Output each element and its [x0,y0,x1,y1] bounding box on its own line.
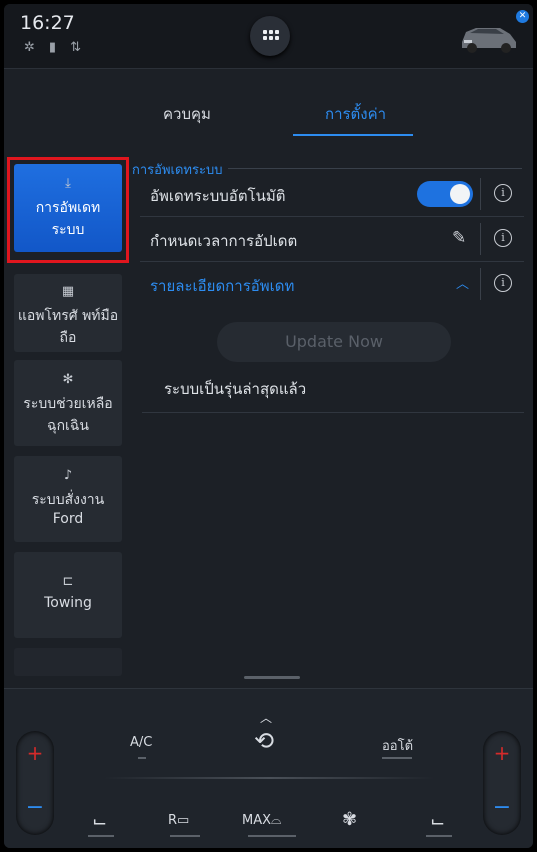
highlight-frame [7,157,129,263]
sidebar-item-label: ฉุกเฉิน [47,418,89,434]
fan-icon[interactable]: ✾ [342,809,357,830]
sidebar-item-phone-apps[interactable]: ▦ แอพโทรศั พท์มือ ถือ [14,274,122,352]
tab-controls[interactable]: ควบคุม [163,102,211,126]
driver-temp-up-button[interactable]: + [16,741,54,765]
close-icon[interactable]: ✕ [516,10,529,23]
auto-update-toggle[interactable] [417,181,473,207]
pencil-icon[interactable]: ✎ [452,228,466,248]
update-schedule-row[interactable]: กำหนดเวลาการอัปเดต ✎ i [140,217,524,262]
sidebar-item-label: ระบบสั่งงาน [31,492,105,508]
auto-update-row: อัพเดทระบบอัตโนมัติ i [140,172,524,217]
passenger-temp-control[interactable]: + − [483,731,521,835]
infotainment-screen: 16:27 ✲ ▮ ⇅ ✕ ควบคุม การตั้งค่า ⤓ การอัพ [4,4,533,848]
ac-indicator [138,757,146,759]
update-status-message: ระบบเป็นรุ่นล่าสุดแล้ว [164,380,307,398]
passenger-seat-heat-icon[interactable]: ⌙ [430,811,445,832]
passenger-temp-up-button[interactable]: + [483,741,521,765]
battery-icon: ▮ [48,40,57,55]
rear-defrost-button[interactable]: R▭ [168,813,189,828]
apps-grid-icon: ▦ [61,284,75,299]
sidebar-item-more[interactable] [14,648,122,676]
sidebar-item-label: แอพโทรศั พท์มือ [17,308,119,324]
auto-climate-button[interactable]: ออโต้ [382,735,413,756]
ac-button[interactable]: A/C [130,735,152,750]
sidebar-item-ford-voice[interactable]: ♪ ระบบสั่งงาน Ford [14,456,122,542]
grid-dots-icon [263,30,279,40]
signal-icon: ⇅ [70,40,81,55]
max-defrost-label: MAX [242,813,272,828]
voice-icon: ♪ [63,468,73,483]
info-icon[interactable]: i [494,229,512,247]
sidebar-item-label: ถือ [59,330,77,346]
content-divider [142,412,524,413]
row-separator [480,268,481,300]
driver-temp-control[interactable]: + − [16,731,54,835]
tab-bar: ควบคุม การตั้งค่า [139,96,525,138]
climate-divider [104,777,434,779]
info-icon[interactable]: i [494,184,512,202]
drawer-handle[interactable] [244,676,300,679]
sidebar-item-emergency-assist[interactable]: ✻ ระบบช่วยเหลือ ฉุกเฉิน [14,360,122,446]
active-tab-indicator [293,134,413,136]
sidebar-item-label: ระบบช่วยเหลือ [23,396,113,412]
status-icons: ✲ ▮ ⇅ [24,40,81,55]
sidebar-item-label: Towing [44,595,92,611]
row-separator [480,223,481,255]
section-divider [228,168,522,169]
auto-indicator [382,757,412,759]
max-defrost-button[interactable]: MAX⌓ [242,813,281,828]
driver-seat-heat-icon[interactable]: ⌙ [92,811,107,832]
toggle-knob [450,184,470,204]
auto-update-label: อัพเดทระบบอัตโนมัติ [150,187,286,205]
climate-bar: + − + − A/C ︿ ⟲ ออโต้ ⌙ R▭ MAX⌓ ✾ ⌙ [4,688,533,848]
chevron-up-icon[interactable]: ︿ [260,709,272,726]
trailer-icon: ⊏ [62,574,74,589]
windshield-defrost-icon: ⌓ [271,813,282,828]
app-launcher-button[interactable] [250,16,290,56]
sidebar-item-label: Ford [52,511,84,527]
update-schedule-label: กำหนดเวลาการอัปเดต [150,232,298,250]
vehicle-icon[interactable] [456,14,520,56]
sidebar-item-towing[interactable]: ⊏ Towing [14,552,122,638]
recirculation-icon[interactable]: ⟲ [254,727,274,755]
info-icon[interactable]: i [494,274,512,292]
chevron-up-icon[interactable]: ︿ [456,273,469,292]
update-now-button[interactable]: Update Now [217,322,451,362]
driver-seat-indicator [88,835,114,837]
status-bar: 16:27 ✲ ▮ ⇅ ✕ [4,4,533,69]
update-details-label: รายละเอียดการอัพเดท [150,277,295,295]
driver-temp-down-button[interactable]: − [16,795,54,820]
emergency-icon: ✻ [62,372,74,387]
row-separator [480,178,481,210]
rear-defrost-icon: ▭ [177,813,190,828]
tab-settings[interactable]: การตั้งค่า [325,102,386,126]
clock: 16:27 [20,12,75,34]
rear-defrost-indicator [170,835,200,837]
rear-defrost-label: R [168,813,178,828]
max-defrost-indicator [248,835,296,837]
update-details-row[interactable]: รายละเอียดการอัพเดท ︿ i [140,262,524,306]
passenger-seat-indicator [426,835,452,837]
fan-off-icon: ✲ [24,40,35,55]
passenger-temp-down-button[interactable]: − [483,795,521,820]
